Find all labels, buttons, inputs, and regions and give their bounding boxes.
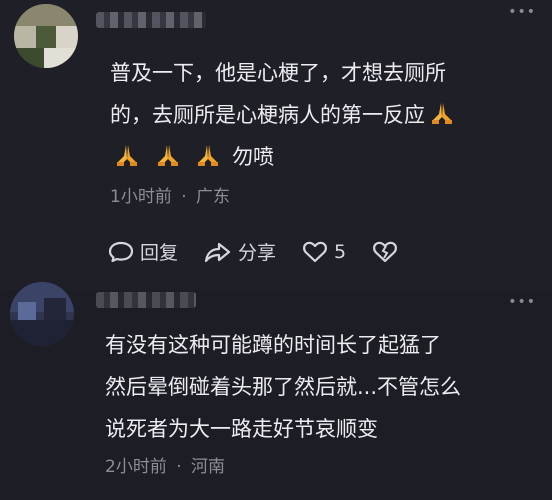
timestamp: 2小时前 [105,457,167,477]
pray-emoji-icon [157,145,178,166]
username-blurred[interactable] [96,12,206,28]
comment-text-line-3: 勿喷 [110,136,540,178]
username-blurred[interactable] [96,292,196,308]
avatar[interactable] [10,282,74,346]
comment-text-line-3: 说死者为大一路走好节哀顺变 [105,417,378,441]
avatar[interactable] [14,4,78,68]
more-icon[interactable]: ••• [508,294,536,310]
location: 广东 [196,187,231,207]
reply-button[interactable]: 回复 [108,238,178,265]
comment-text-line-2-text: 的，去厕所是心梗病人的第一反应 [110,103,425,127]
comment-2: ••• 有没有这种可能蹲的时间长了起猛了 然后晕倒碰着头那了然后就...不管怎么… [0,282,552,500]
pray-emoji-icon [198,145,219,166]
more-icon[interactable]: ••• [508,4,536,20]
timestamp: 1小时前 [110,187,172,207]
comment-actions: 回复 分享 5 [108,238,430,265]
dislike-button[interactable] [372,240,404,264]
comment-meta: 2小时前 · 河南 [105,452,225,477]
comment-text: 普及一下，他是心梗了，才想去厕所 的，去厕所是心梗病人的第一反应 勿喷 [110,52,540,178]
like-button[interactable]: 5 [302,240,346,264]
comment-text-line-2: 的，去厕所是心梗病人的第一反应 [110,94,540,136]
reply-label: 回复 [140,242,179,264]
reply-icon [108,241,134,262]
comment-meta: 1小时前 · 广东 [110,182,230,207]
like-icon [303,241,328,262]
pray-emoji-icon [432,103,452,124]
comment-text-line-3-text: 勿喷 [232,145,275,169]
comment-text-line-1: 普及一下，他是心梗了，才想去厕所 [110,61,446,85]
comment-1: ••• 普及一下，他是心梗了，才想去厕所 的，去厕所是心梗病人的第一反应 勿喷 … [0,0,552,290]
comment-text-line-2: 然后晕倒碰着头那了然后就...不管怎么 [105,375,462,399]
meta-separator: · [181,187,187,207]
share-label: 分享 [238,242,277,264]
like-count: 5 [334,240,347,263]
meta-separator: · [176,457,182,477]
comment-text-line-1: 有没有这种可能蹲的时间长了起猛了 [105,333,441,357]
pray-emoji-icon [117,145,137,166]
share-icon [204,242,231,262]
comment-text: 有没有这种可能蹲的时间长了起猛了 然后晕倒碰着头那了然后就...不管怎么 说死者… [105,324,545,450]
location: 河南 [191,457,226,477]
share-button[interactable]: 分享 [204,238,276,265]
dislike-icon [373,241,398,262]
